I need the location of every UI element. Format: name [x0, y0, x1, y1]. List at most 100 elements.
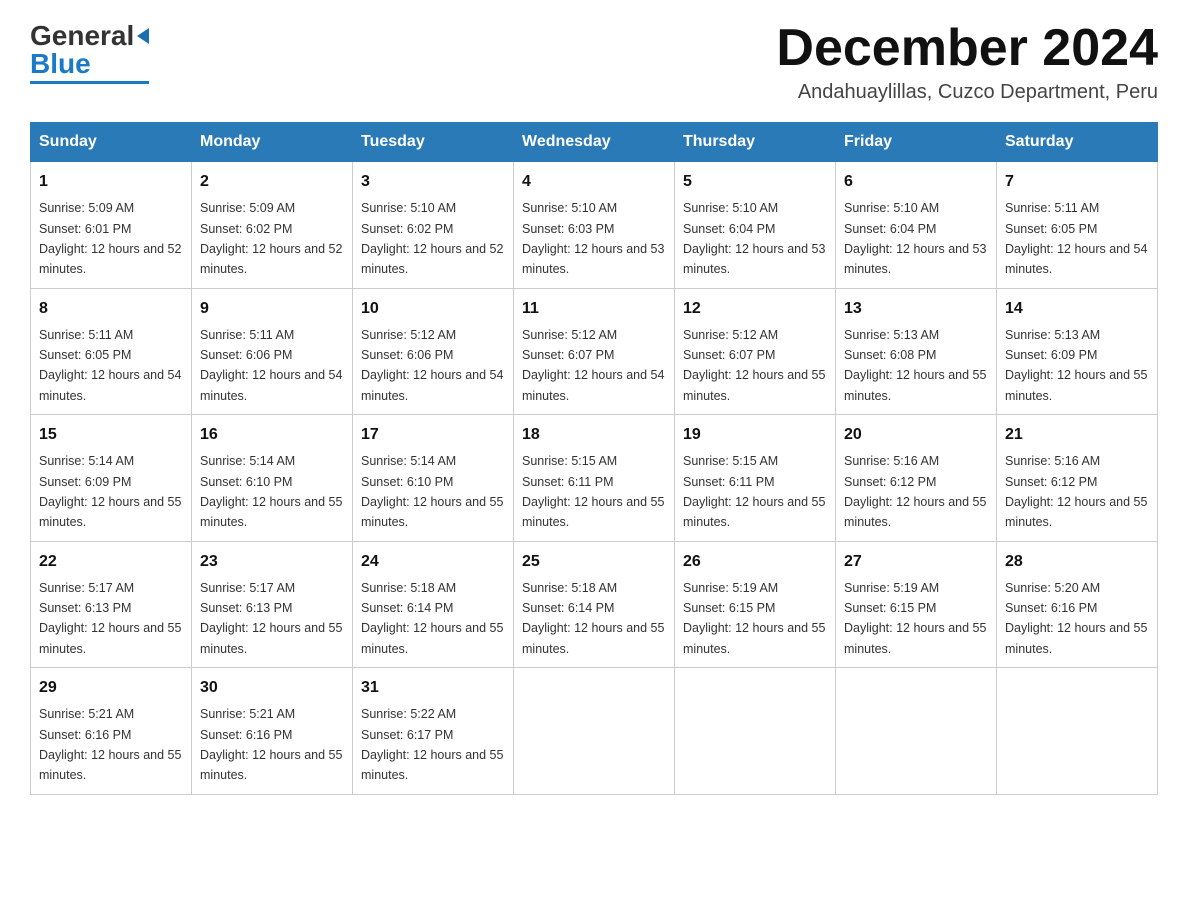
- day-info: Sunrise: 5:20 AMSunset: 6:16 PMDaylight:…: [1005, 581, 1147, 656]
- page-subtitle: Andahuaylillas, Cuzco Department, Peru: [776, 81, 1158, 104]
- day-info: Sunrise: 5:14 AMSunset: 6:10 PMDaylight:…: [200, 454, 342, 529]
- table-row: 30 Sunrise: 5:21 AMSunset: 6:16 PMDaylig…: [192, 668, 353, 795]
- table-row: 12 Sunrise: 5:12 AMSunset: 6:07 PMDaylig…: [675, 288, 836, 415]
- table-row: 9 Sunrise: 5:11 AMSunset: 6:06 PMDayligh…: [192, 288, 353, 415]
- table-row: 20 Sunrise: 5:16 AMSunset: 6:12 PMDaylig…: [836, 415, 997, 542]
- header-friday: Friday: [836, 123, 997, 162]
- table-row: 10 Sunrise: 5:12 AMSunset: 6:06 PMDaylig…: [353, 288, 514, 415]
- header-saturday: Saturday: [997, 123, 1158, 162]
- day-info: Sunrise: 5:16 AMSunset: 6:12 PMDaylight:…: [844, 454, 986, 529]
- day-number: 28: [1005, 550, 1149, 574]
- day-number: 18: [522, 423, 666, 447]
- day-number: 12: [683, 297, 827, 321]
- day-info: Sunrise: 5:14 AMSunset: 6:10 PMDaylight:…: [361, 454, 503, 529]
- day-info: Sunrise: 5:11 AMSunset: 6:05 PMDaylight:…: [39, 328, 181, 403]
- logo-underline: [30, 81, 149, 84]
- calendar-table: Sunday Monday Tuesday Wednesday Thursday…: [30, 122, 1158, 795]
- calendar-week-row: 1 Sunrise: 5:09 AMSunset: 6:01 PMDayligh…: [31, 162, 1158, 289]
- table-row: 15 Sunrise: 5:14 AMSunset: 6:09 PMDaylig…: [31, 415, 192, 542]
- day-info: Sunrise: 5:14 AMSunset: 6:09 PMDaylight:…: [39, 454, 181, 529]
- table-row: 5 Sunrise: 5:10 AMSunset: 6:04 PMDayligh…: [675, 162, 836, 289]
- day-number: 22: [39, 550, 183, 574]
- header-tuesday: Tuesday: [353, 123, 514, 162]
- header-monday: Monday: [192, 123, 353, 162]
- day-info: Sunrise: 5:10 AMSunset: 6:04 PMDaylight:…: [844, 201, 986, 276]
- header-wednesday: Wednesday: [514, 123, 675, 162]
- day-number: 23: [200, 550, 344, 574]
- table-row: 16 Sunrise: 5:14 AMSunset: 6:10 PMDaylig…: [192, 415, 353, 542]
- logo-blue: Blue: [30, 48, 91, 80]
- day-number: 21: [1005, 423, 1149, 447]
- day-info: Sunrise: 5:15 AMSunset: 6:11 PMDaylight:…: [683, 454, 825, 529]
- day-info: Sunrise: 5:12 AMSunset: 6:07 PMDaylight:…: [522, 328, 664, 403]
- table-row: 23 Sunrise: 5:17 AMSunset: 6:13 PMDaylig…: [192, 541, 353, 668]
- calendar-week-row: 8 Sunrise: 5:11 AMSunset: 6:05 PMDayligh…: [31, 288, 1158, 415]
- day-info: Sunrise: 5:13 AMSunset: 6:09 PMDaylight:…: [1005, 328, 1147, 403]
- logo-triangle-icon: [137, 28, 149, 44]
- table-row: 18 Sunrise: 5:15 AMSunset: 6:11 PMDaylig…: [514, 415, 675, 542]
- day-number: 20: [844, 423, 988, 447]
- page-title: December 2024: [776, 20, 1158, 77]
- table-row: 6 Sunrise: 5:10 AMSunset: 6:04 PMDayligh…: [836, 162, 997, 289]
- day-number: 13: [844, 297, 988, 321]
- table-row: 2 Sunrise: 5:09 AMSunset: 6:02 PMDayligh…: [192, 162, 353, 289]
- day-number: 3: [361, 170, 505, 194]
- day-info: Sunrise: 5:10 AMSunset: 6:04 PMDaylight:…: [683, 201, 825, 276]
- day-info: Sunrise: 5:18 AMSunset: 6:14 PMDaylight:…: [522, 581, 664, 656]
- table-row: [997, 668, 1158, 795]
- table-row: [514, 668, 675, 795]
- day-info: Sunrise: 5:22 AMSunset: 6:17 PMDaylight:…: [361, 707, 503, 782]
- day-number: 11: [522, 297, 666, 321]
- day-number: 31: [361, 676, 505, 700]
- day-number: 16: [200, 423, 344, 447]
- table-row: 11 Sunrise: 5:12 AMSunset: 6:07 PMDaylig…: [514, 288, 675, 415]
- day-number: 30: [200, 676, 344, 700]
- header-sunday: Sunday: [31, 123, 192, 162]
- day-number: 9: [200, 297, 344, 321]
- table-row: 29 Sunrise: 5:21 AMSunset: 6:16 PMDaylig…: [31, 668, 192, 795]
- day-number: 5: [683, 170, 827, 194]
- table-row: 21 Sunrise: 5:16 AMSunset: 6:12 PMDaylig…: [997, 415, 1158, 542]
- table-row: 28 Sunrise: 5:20 AMSunset: 6:16 PMDaylig…: [997, 541, 1158, 668]
- table-row: 3 Sunrise: 5:10 AMSunset: 6:02 PMDayligh…: [353, 162, 514, 289]
- day-info: Sunrise: 5:18 AMSunset: 6:14 PMDaylight:…: [361, 581, 503, 656]
- day-info: Sunrise: 5:16 AMSunset: 6:12 PMDaylight:…: [1005, 454, 1147, 529]
- table-row: 1 Sunrise: 5:09 AMSunset: 6:01 PMDayligh…: [31, 162, 192, 289]
- day-info: Sunrise: 5:11 AMSunset: 6:06 PMDaylight:…: [200, 328, 342, 403]
- day-info: Sunrise: 5:12 AMSunset: 6:06 PMDaylight:…: [361, 328, 503, 403]
- logo: General Blue: [30, 20, 149, 84]
- day-number: 25: [522, 550, 666, 574]
- table-row: 24 Sunrise: 5:18 AMSunset: 6:14 PMDaylig…: [353, 541, 514, 668]
- day-info: Sunrise: 5:13 AMSunset: 6:08 PMDaylight:…: [844, 328, 986, 403]
- day-number: 4: [522, 170, 666, 194]
- day-number: 29: [39, 676, 183, 700]
- table-row: 17 Sunrise: 5:14 AMSunset: 6:10 PMDaylig…: [353, 415, 514, 542]
- day-info: Sunrise: 5:10 AMSunset: 6:02 PMDaylight:…: [361, 201, 503, 276]
- table-row: 7 Sunrise: 5:11 AMSunset: 6:05 PMDayligh…: [997, 162, 1158, 289]
- calendar-week-row: 22 Sunrise: 5:17 AMSunset: 6:13 PMDaylig…: [31, 541, 1158, 668]
- table-row: 19 Sunrise: 5:15 AMSunset: 6:11 PMDaylig…: [675, 415, 836, 542]
- day-number: 14: [1005, 297, 1149, 321]
- calendar-week-row: 29 Sunrise: 5:21 AMSunset: 6:16 PMDaylig…: [31, 668, 1158, 795]
- day-number: 26: [683, 550, 827, 574]
- day-number: 7: [1005, 170, 1149, 194]
- day-number: 17: [361, 423, 505, 447]
- day-info: Sunrise: 5:19 AMSunset: 6:15 PMDaylight:…: [683, 581, 825, 656]
- day-number: 19: [683, 423, 827, 447]
- day-number: 24: [361, 550, 505, 574]
- day-info: Sunrise: 5:09 AMSunset: 6:02 PMDaylight:…: [200, 201, 342, 276]
- weekday-header-row: Sunday Monday Tuesday Wednesday Thursday…: [31, 123, 1158, 162]
- table-row: [675, 668, 836, 795]
- day-info: Sunrise: 5:15 AMSunset: 6:11 PMDaylight:…: [522, 454, 664, 529]
- table-row: 27 Sunrise: 5:19 AMSunset: 6:15 PMDaylig…: [836, 541, 997, 668]
- table-row: 8 Sunrise: 5:11 AMSunset: 6:05 PMDayligh…: [31, 288, 192, 415]
- day-number: 10: [361, 297, 505, 321]
- title-area: December 2024 Andahuaylillas, Cuzco Depa…: [776, 20, 1158, 104]
- day-info: Sunrise: 5:17 AMSunset: 6:13 PMDaylight:…: [200, 581, 342, 656]
- day-info: Sunrise: 5:17 AMSunset: 6:13 PMDaylight:…: [39, 581, 181, 656]
- day-number: 27: [844, 550, 988, 574]
- table-row: 4 Sunrise: 5:10 AMSunset: 6:03 PMDayligh…: [514, 162, 675, 289]
- table-row: 26 Sunrise: 5:19 AMSunset: 6:15 PMDaylig…: [675, 541, 836, 668]
- day-info: Sunrise: 5:21 AMSunset: 6:16 PMDaylight:…: [200, 707, 342, 782]
- day-info: Sunrise: 5:09 AMSunset: 6:01 PMDaylight:…: [39, 201, 181, 276]
